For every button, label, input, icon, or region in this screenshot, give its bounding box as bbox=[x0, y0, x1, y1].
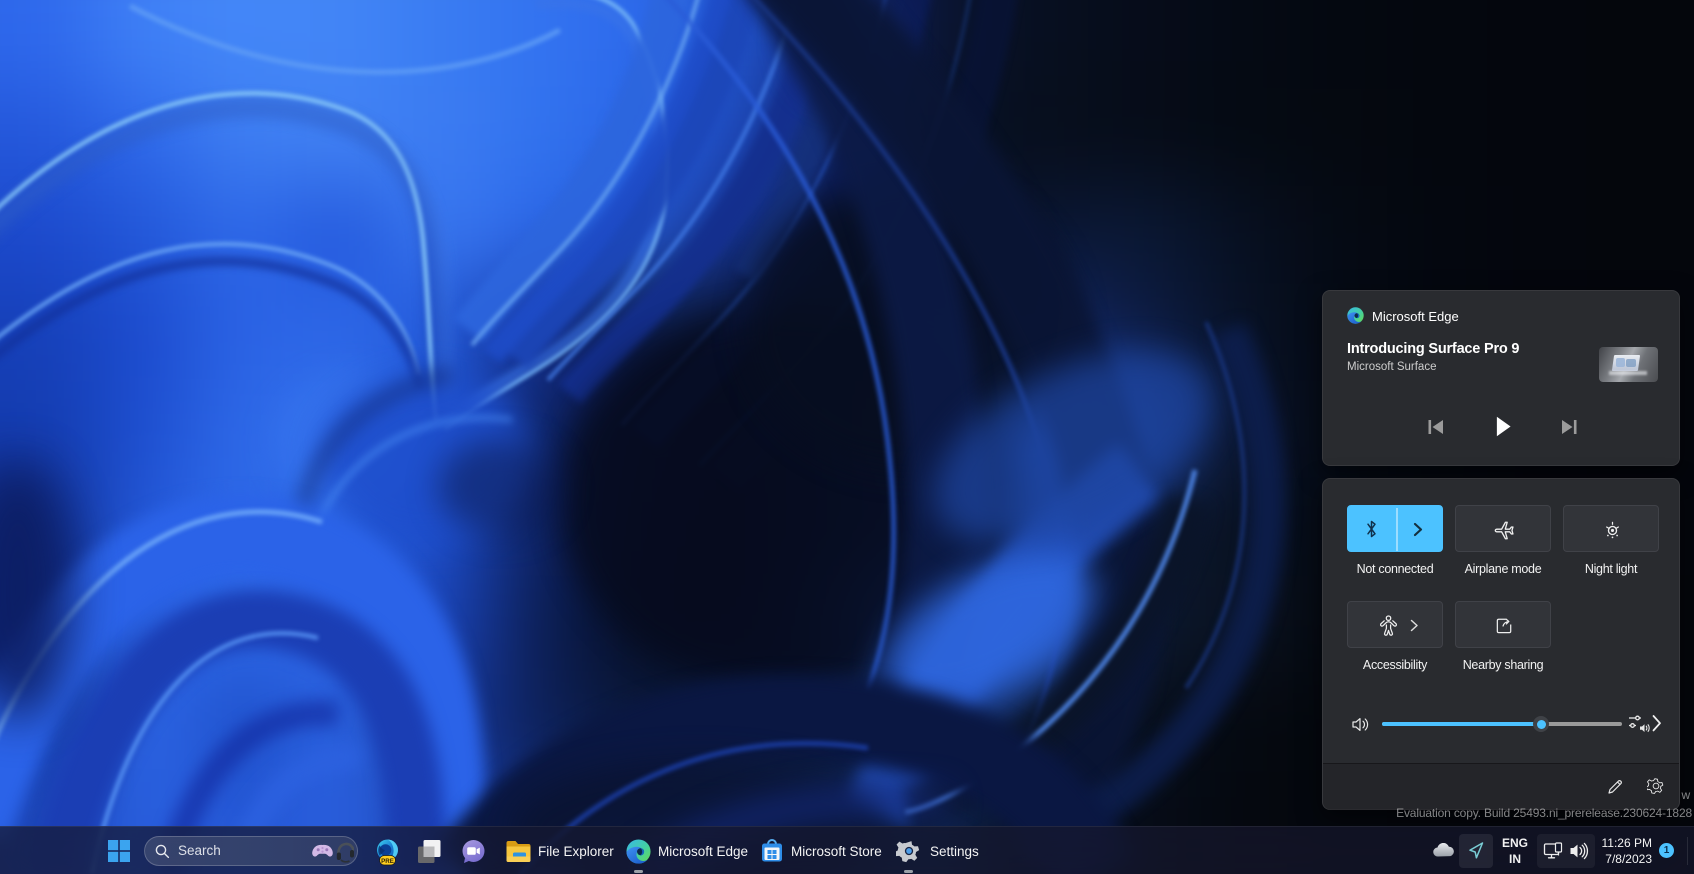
svg-text:PRE: PRE bbox=[381, 858, 394, 865]
